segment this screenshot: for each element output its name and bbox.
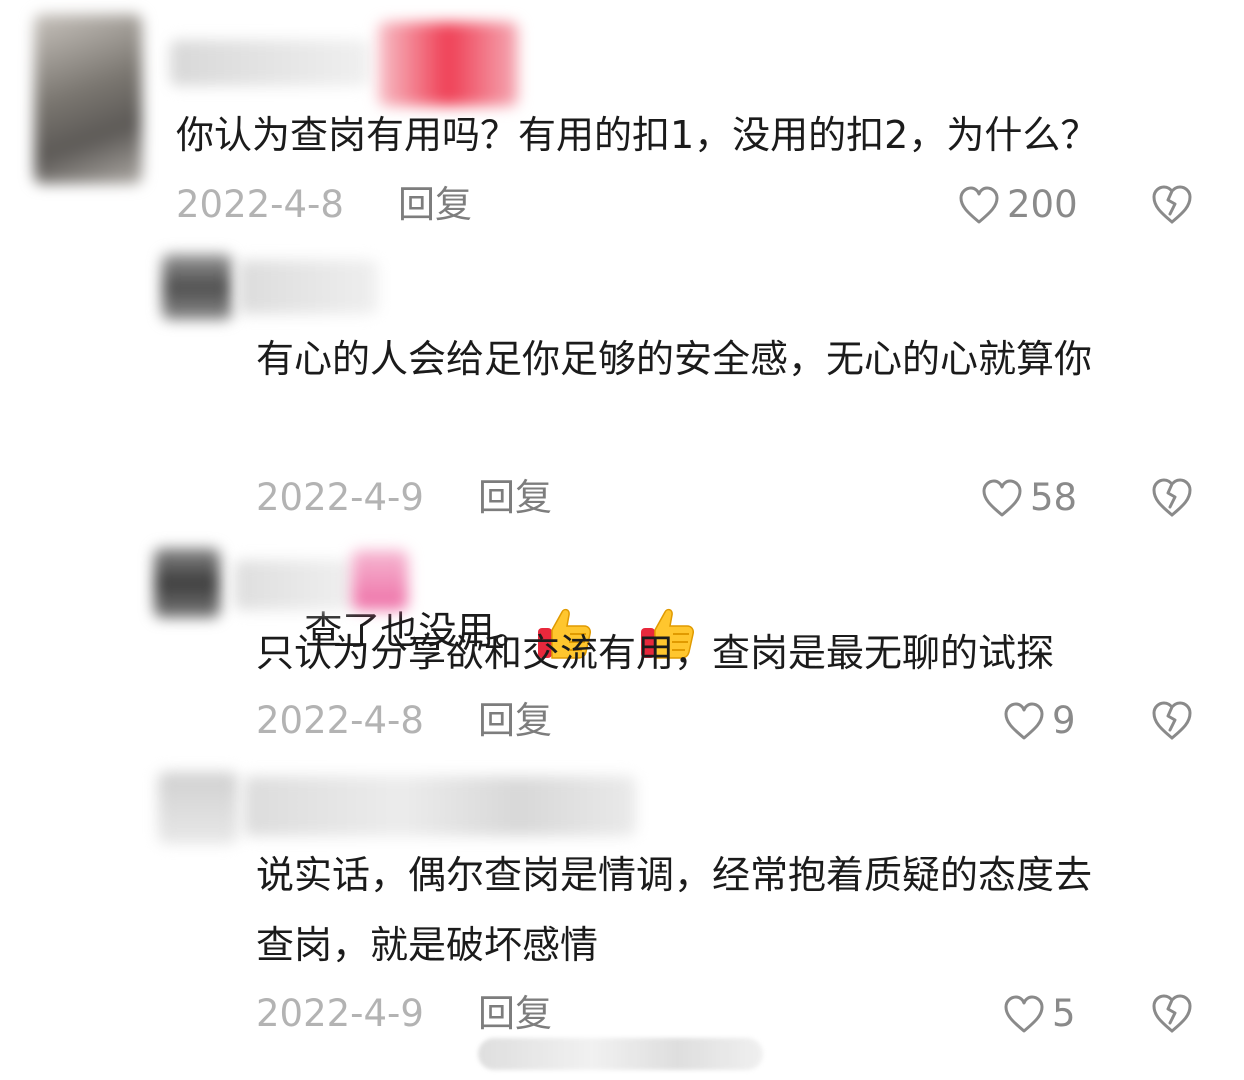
- comment-meta: 2022-4-9 回复 58: [0, 473, 1244, 523]
- comment-date: 2022-4-9: [256, 476, 424, 519]
- like-count: 58: [1030, 476, 1078, 519]
- dislike-button[interactable]: [1149, 698, 1195, 755]
- broken-heart-icon: [1149, 478, 1195, 528]
- heart-icon: [957, 184, 1001, 226]
- username-blurred[interactable]: [238, 260, 378, 314]
- comment-date: 2022-4-9: [256, 992, 424, 1035]
- dislike-button[interactable]: [1149, 991, 1195, 1048]
- username-badge-blurred: [352, 550, 408, 610]
- dislike-button[interactable]: [1149, 475, 1195, 532]
- like-button[interactable]: 9: [1002, 696, 1076, 746]
- comment-1: 你认为查岗有用吗？有用的扣1，没用的扣2，为什么？ 2022-4-8 回复 20…: [0, 0, 1244, 240]
- username-blurred[interactable]: [234, 560, 354, 610]
- reply-button[interactable]: 回复: [478, 989, 552, 1039]
- username-badge-blurred: [378, 22, 518, 106]
- like-button[interactable]: 5: [1002, 989, 1076, 1039]
- dislike-button[interactable]: [1149, 182, 1195, 239]
- reply-button[interactable]: 回复: [478, 696, 552, 746]
- broken-heart-icon: [1149, 185, 1195, 235]
- comment-text: 你认为查岗有用吗？有用的扣1，没用的扣2，为什么？: [176, 113, 1099, 157]
- comment-meta: 2022-4-8 回复 200: [0, 180, 1244, 230]
- comment-2: 有心的人会给足你足够的安全感，无心的心就算你 查了也没用。 2022-4-9 回…: [0, 240, 1244, 659]
- username-blurred[interactable]: [170, 40, 370, 86]
- username-blurred[interactable]: [244, 776, 636, 836]
- avatar[interactable]: [162, 254, 232, 320]
- reply-button[interactable]: 回复: [478, 473, 552, 523]
- comment-text-line-1: 有心的人会给足你足够的安全感，无心的心就算你: [256, 337, 1093, 381]
- like-count: 5: [1052, 992, 1076, 1035]
- like-button[interactable]: 200: [957, 180, 1078, 230]
- comment-text: 只认为分享欲和交流有用，查岗是最无聊的试探: [256, 631, 1055, 675]
- like-count: 200: [1007, 183, 1078, 226]
- watermark-blurred: [478, 1038, 763, 1070]
- like-button[interactable]: 58: [980, 473, 1077, 523]
- heart-icon: [1002, 993, 1046, 1035]
- comment-text-line-1: 说实话，偶尔查岗是情调，经常抱着质疑的态度去: [256, 853, 1093, 897]
- comment-date: 2022-4-8: [256, 699, 424, 742]
- reply-button[interactable]: 回复: [398, 180, 472, 230]
- comment-4: 说实话，偶尔查岗是情调，经常抱着质疑的态度去 查岗，就是破坏感情 2022-4-…: [0, 760, 1244, 1080]
- comment-meta: 2022-4-9 回复 5: [0, 989, 1244, 1039]
- heart-icon: [980, 477, 1024, 519]
- like-count: 9: [1052, 699, 1076, 742]
- broken-heart-icon: [1149, 701, 1195, 751]
- comment-meta: 2022-4-8 回复 9: [0, 696, 1244, 746]
- avatar[interactable]: [34, 14, 142, 184]
- comment-3: 只认为分享欲和交流有用，查岗是最无聊的试探 2022-4-8 回复 9: [0, 530, 1244, 760]
- avatar[interactable]: [154, 548, 220, 618]
- avatar[interactable]: [158, 772, 238, 844]
- comment-date: 2022-4-8: [176, 183, 344, 226]
- heart-icon: [1002, 700, 1046, 742]
- comment-text-line-2: 查岗，就是破坏感情: [256, 923, 599, 967]
- broken-heart-icon: [1149, 994, 1195, 1044]
